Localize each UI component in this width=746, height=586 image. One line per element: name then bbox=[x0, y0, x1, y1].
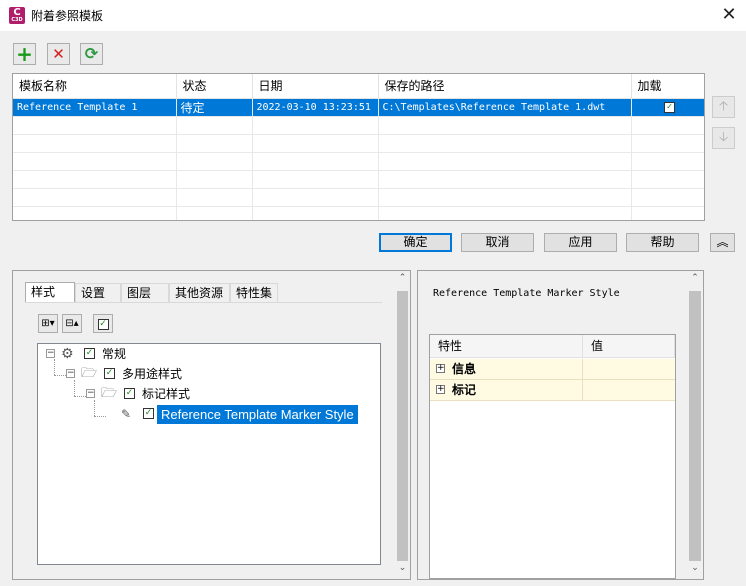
scroll-down-icon[interactable]: ⌄ bbox=[687, 563, 703, 575]
plus-icon: + bbox=[16, 42, 33, 66]
tree-checkbox[interactable]: ✓ bbox=[84, 348, 95, 359]
remove-template-button[interactable]: ✕ bbox=[47, 43, 70, 65]
add-template-button[interactable]: + bbox=[13, 43, 36, 65]
table-row[interactable]: Reference Template 1 待定 2022-03-10 13:23… bbox=[13, 98, 704, 117]
scroll-thumb[interactable] bbox=[689, 291, 701, 561]
template-status-cell[interactable]: 待定 bbox=[176, 98, 253, 117]
load-checkbox[interactable]: ✓ bbox=[664, 102, 675, 113]
help-button[interactable]: 帮助 bbox=[626, 233, 699, 252]
property-row-marker[interactable]: + 标记 bbox=[430, 380, 675, 401]
property-label: 标记 bbox=[452, 383, 477, 397]
property-col-header[interactable]: 特性 bbox=[430, 335, 583, 358]
property-row-info[interactable]: + 信息 bbox=[430, 359, 675, 380]
scroll-up-icon[interactable]: ⌃ bbox=[395, 273, 410, 285]
value-col-header[interactable]: 值 bbox=[583, 335, 675, 358]
expand-icon[interactable]: + bbox=[436, 385, 445, 394]
collapse-toggle[interactable]: − bbox=[46, 349, 55, 358]
tree-checkbox[interactable]: ✓ bbox=[104, 368, 115, 379]
tree-node-label: Reference Template Marker Style bbox=[157, 405, 358, 424]
table-row bbox=[13, 170, 704, 189]
template-name-cell[interactable]: Reference Template 1 bbox=[13, 98, 177, 117]
template-list[interactable]: 模板名称 状态 日期 保存的路径 加载 Reference Template 1… bbox=[12, 73, 705, 221]
scroll-up-icon[interactable]: ⌃ bbox=[687, 273, 703, 285]
tree-checkbox[interactable]: ✓ bbox=[143, 408, 154, 419]
tree-connector bbox=[54, 375, 66, 376]
template-table: 模板名称 状态 日期 保存的路径 加载 Reference Template 1… bbox=[13, 74, 704, 220]
collapse-all-icon: ⊟▴ bbox=[65, 318, 79, 329]
details-title: Reference Template Marker Style bbox=[433, 288, 620, 299]
title-bar: C C3D 附着参照模板 ✕ bbox=[0, 0, 746, 31]
template-path-cell[interactable]: C:\Templates\Reference Template 1.dwt bbox=[378, 98, 632, 117]
col-header-path[interactable]: 保存的路径 bbox=[378, 74, 632, 99]
collapse-all-button[interactable]: ⊟▴ bbox=[62, 314, 82, 333]
collapse-toggle[interactable]: − bbox=[86, 389, 95, 398]
property-label: 信息 bbox=[452, 362, 477, 376]
tree-connector bbox=[74, 396, 86, 397]
table-row bbox=[13, 188, 704, 207]
table-row bbox=[13, 206, 704, 220]
tab-settings[interactable]: 设置 bbox=[75, 283, 121, 302]
tree-connector bbox=[54, 359, 55, 375]
tree-node-label: 多用途样式 bbox=[122, 367, 183, 381]
expand-all-icon: ⊞▾ bbox=[41, 318, 55, 329]
row-divider bbox=[582, 380, 583, 400]
style-edit-icon: ✎ bbox=[121, 407, 132, 421]
tab-divider bbox=[25, 302, 382, 303]
tree-checkbox[interactable]: ✓ bbox=[124, 388, 135, 399]
folder-open-icon: 🗁 bbox=[101, 386, 118, 401]
property-grid[interactable]: 特性 值 + 信息 + 标记 bbox=[429, 334, 676, 579]
style-tree[interactable]: − ⚙ ✓ 常规 − 🗁 ✓ 多用途样式 − 🗁 ✓ 标记样式 ✎ ✓ Refe… bbox=[37, 343, 381, 565]
cancel-button[interactable]: 取消 bbox=[461, 233, 534, 252]
double-chevron-up-icon: ︽ bbox=[716, 235, 729, 249]
remove-icon: ✕ bbox=[52, 45, 65, 63]
collapse-button[interactable]: ︽ bbox=[710, 233, 735, 252]
ok-button[interactable]: 确定 bbox=[379, 233, 452, 252]
col-header-date[interactable]: 日期 bbox=[252, 74, 379, 99]
scroll-thumb[interactable] bbox=[397, 291, 408, 561]
template-date-cell[interactable]: 2022-03-10 13:23:51 bbox=[252, 98, 379, 117]
col-header-load[interactable]: 加载 bbox=[631, 74, 704, 99]
tab-other-resources[interactable]: 其他资源 bbox=[169, 283, 230, 302]
collapse-toggle[interactable]: − bbox=[66, 369, 75, 378]
expand-icon[interactable]: + bbox=[436, 364, 445, 373]
window-title: 附着参照模板 bbox=[31, 9, 104, 23]
check-all-button[interactable]: ✓ bbox=[93, 314, 113, 333]
close-icon[interactable]: ✕ bbox=[718, 4, 740, 26]
tree-connector bbox=[74, 380, 75, 396]
arrow-up-icon: 🡡 bbox=[718, 99, 729, 114]
refresh-icon: ⟳ bbox=[84, 44, 99, 63]
refresh-button[interactable]: ⟳ bbox=[80, 43, 103, 65]
row-divider bbox=[582, 359, 583, 379]
move-up-button[interactable]: 🡡 bbox=[712, 96, 735, 118]
check-all-icon: ✓ bbox=[97, 319, 109, 330]
col-header-status[interactable]: 状态 bbox=[176, 74, 253, 99]
table-row bbox=[13, 152, 704, 171]
arrow-down-icon: 🡣 bbox=[718, 130, 729, 145]
tab-styles[interactable]: 样式 bbox=[25, 282, 75, 302]
expand-all-button[interactable]: ⊞▾ bbox=[38, 314, 58, 333]
col-header-name[interactable]: 模板名称 bbox=[13, 74, 177, 99]
scroll-down-icon[interactable]: ⌄ bbox=[395, 563, 410, 575]
tab-property-sets[interactable]: 特性集 bbox=[230, 283, 278, 302]
tree-connector bbox=[94, 416, 106, 417]
tree-connector bbox=[94, 400, 95, 416]
tab-layers[interactable]: 图层 bbox=[121, 283, 169, 302]
folder-open-icon: 🗁 bbox=[81, 366, 98, 381]
app-icon-sub: C3D bbox=[11, 17, 23, 23]
move-down-button[interactable]: 🡣 bbox=[712, 127, 735, 149]
gear-icon: ⚙ bbox=[61, 346, 74, 362]
tree-node-label: 标记样式 bbox=[142, 387, 191, 401]
table-row bbox=[13, 134, 704, 153]
left-scrollbar[interactable]: ⌃ ⌄ bbox=[395, 271, 410, 579]
template-load-cell[interactable]: ✓ bbox=[631, 98, 704, 117]
tree-node-label: 常规 bbox=[102, 347, 127, 361]
apply-button[interactable]: 应用 bbox=[544, 233, 617, 252]
table-row bbox=[13, 116, 704, 135]
right-scrollbar[interactable]: ⌃ ⌄ bbox=[687, 271, 703, 579]
app-icon-letter: C bbox=[13, 7, 21, 18]
app-icon: C C3D bbox=[9, 7, 25, 24]
